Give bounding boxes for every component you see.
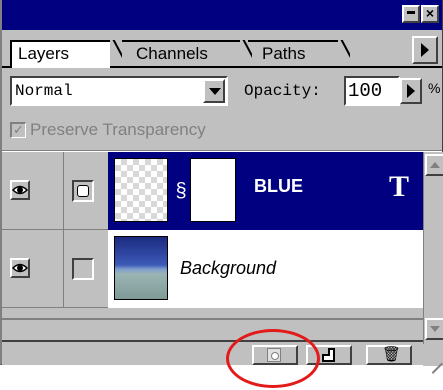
layer-row-background[interactable]: Background: [2, 230, 423, 308]
layer-name: BLUE: [254, 176, 303, 196]
layer-name: Background: [180, 258, 277, 278]
blend-mode-value: Normal: [15, 82, 73, 100]
layer-body[interactable]: § BLUE T: [108, 152, 423, 230]
visibility-cell[interactable]: [2, 230, 64, 308]
resize-grip-icon[interactable]: [423, 344, 443, 366]
layer-thumbnail: [114, 158, 168, 222]
tab-layers-label: Layers: [18, 44, 70, 63]
chain-link-icon[interactable]: §: [174, 174, 188, 208]
vertical-scrollbar[interactable]: [423, 152, 443, 366]
preserve-transparency-label: Preserve Transparency: [30, 120, 206, 139]
scroll-up-icon[interactable]: [425, 154, 443, 176]
toolbar-divider: [2, 340, 423, 342]
tab-channels[interactable]: Channels: [122, 40, 240, 67]
new-layer-icon: [322, 348, 335, 362]
opacity-slider-arrow-icon[interactable]: [400, 78, 422, 104]
close-button[interactable]: ×: [421, 5, 439, 23]
text-layer-icon: T: [388, 170, 409, 203]
mask-cell[interactable]: [64, 230, 108, 308]
annotation-circle: [226, 329, 320, 388]
layers-palette: × Layers Channels Paths Normal Opacity: …: [0, 0, 443, 366]
chevron-down-icon[interactable]: [203, 79, 225, 103]
tab-paths-label: Paths: [262, 44, 306, 63]
layer-body[interactable]: Background: [108, 230, 423, 308]
opacity-input[interactable]: 100: [344, 76, 400, 106]
mask-thumbnail: [190, 158, 236, 222]
mask-cell[interactable]: [64, 152, 108, 230]
percent-sign: %: [428, 80, 441, 96]
opacity-label: Opacity:: [244, 82, 321, 100]
link-toggle-box[interactable]: [72, 258, 94, 280]
minimize-button[interactable]: [402, 5, 420, 23]
tab-channels-label: Channels: [136, 44, 208, 63]
trash-icon: 🗑: [382, 346, 402, 363]
palette-title-bar[interactable]: ×: [2, 0, 442, 30]
tab-bar: Layers Channels Paths: [2, 30, 442, 68]
eye-icon[interactable]: [10, 180, 30, 200]
preserve-transparency-checkbox[interactable]: ✓: [10, 122, 26, 138]
visibility-cell[interactable]: [2, 152, 64, 230]
tab-layers[interactable]: Layers: [10, 40, 110, 68]
layer-mask-icon[interactable]: [72, 180, 94, 202]
scroll-down-icon[interactable]: [425, 318, 443, 340]
layers-list: § BLUE T Background: [2, 152, 423, 318]
palette-menu-arrow-icon[interactable]: [412, 36, 438, 64]
layer-row-blue[interactable]: § BLUE T: [2, 152, 423, 230]
eye-icon[interactable]: [10, 258, 30, 278]
layer-thumbnail: [114, 236, 168, 300]
blend-mode-select[interactable]: Normal: [10, 76, 228, 106]
tab-paths[interactable]: Paths: [248, 40, 338, 67]
delete-layer-button[interactable]: 🗑: [366, 345, 412, 365]
